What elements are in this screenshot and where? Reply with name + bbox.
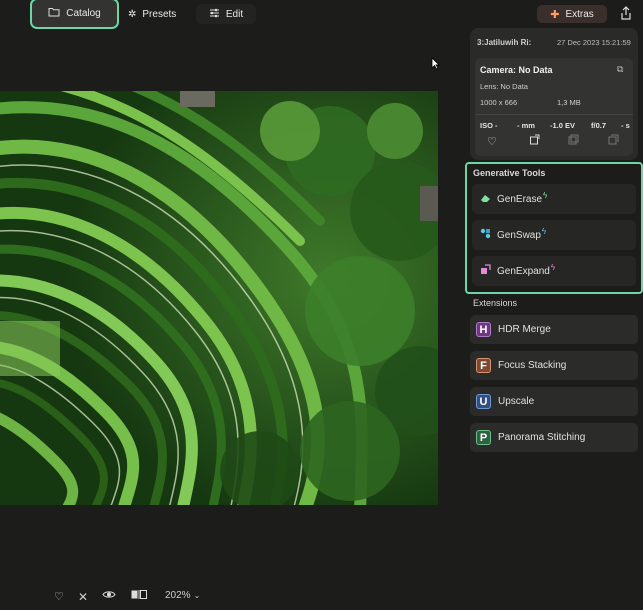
sliders-icon [209,8,220,21]
sparkles-icon: ✲ [128,8,137,20]
panorama-stitching-icon: P [476,430,491,445]
iso-value: ISO - [480,121,498,130]
capture-date: 27 Dec 2023 15:21:59 [557,38,631,47]
bolt-icon: ϟ [550,262,556,272]
zoom-level: 202% [165,590,191,601]
panorama-stitching-button[interactable]: P Panorama Stitching [470,423,638,452]
lens-info: Lens: No Data [480,82,528,91]
genexpand-button[interactable]: GenExpand ϟ [472,256,636,286]
eye-icon[interactable] [102,590,116,602]
extensions-title: Extensions [473,298,518,308]
info-panel: 3:Jatiluwih Ri: 27 Dec 2023 15:21:59 Cam… [470,28,638,160]
focus-stacking-icon: F [476,358,491,373]
upscale-label: Upscale [498,396,535,407]
puzzle-icon: ✚ [550,8,560,21]
hdr-merge-icon: H [476,322,491,337]
genswap-label: GenSwap [497,229,541,241]
shutter-value: - s [621,121,630,130]
camera-info: Camera: No Data [480,65,553,75]
bolt-icon: ϟ [541,226,547,236]
swap-icon [480,228,491,242]
photo-canvas[interactable] [0,91,438,505]
stack-icon[interactable] [568,134,579,148]
share-icon[interactable] [620,6,632,23]
upscale-button[interactable]: U Upscale [470,387,638,416]
bolt-icon: ϟ [543,190,548,200]
generative-tools-title: Generative Tools [473,168,546,178]
extras-button[interactable]: ✚ Extras [537,5,607,23]
mouse-cursor-icon [431,57,440,73]
compare-view-icon[interactable] [131,590,148,602]
focus-stacking-label: Focus Stacking [498,360,567,371]
upscale-icon: U [476,394,491,409]
reject-icon[interactable]: ✕ [78,590,88,604]
generase-label: GenErase [497,193,543,205]
genswap-button[interactable]: GenSwap ϟ [472,220,636,250]
rotate-icon[interactable] [529,134,540,148]
presets-tab[interactable]: ✲ Presets [128,4,176,24]
exposure-value: -1.0 EV [550,121,576,130]
aperture-value: f/0.7 [591,121,607,130]
focal-length: - mm [517,121,535,130]
heart-icon[interactable]: ♡ [487,135,497,148]
edit-label: Edit [225,8,244,20]
generase-button[interactable]: GenErase ϟ [472,184,636,214]
catalog-label: Catalog [66,8,101,19]
extras-label: Extras [565,8,594,20]
presets-label: Presets [142,8,177,20]
genexpand-label: GenExpand [497,265,550,277]
zoom-control[interactable]: 202% ⌄ [165,590,200,601]
hdr-merge-label: HDR Merge [498,324,551,335]
rice-terrace-image [0,91,438,505]
chevron-down-icon: ⌄ [193,591,201,600]
folder-icon [48,7,60,20]
focus-stacking-button[interactable]: F Focus Stacking [470,351,638,380]
hdr-merge-button[interactable]: H HDR Merge [470,315,638,344]
file-size: 1,3 MB [557,98,581,107]
edit-tab[interactable]: Edit [196,4,256,24]
compare-icon[interactable]: ⧉ [617,64,623,75]
panorama-stitching-label: Panorama Stitching [498,432,586,443]
favorite-icon[interactable]: ♡ [54,590,64,603]
dimensions: 1000 x 666 [480,98,518,107]
expand-icon [480,264,491,278]
eraser-icon [480,193,491,206]
catalog-tab[interactable]: Catalog [30,0,119,29]
filename: 3:Jatiluwih Ri: [477,38,532,47]
copy-icon[interactable] [608,134,619,148]
